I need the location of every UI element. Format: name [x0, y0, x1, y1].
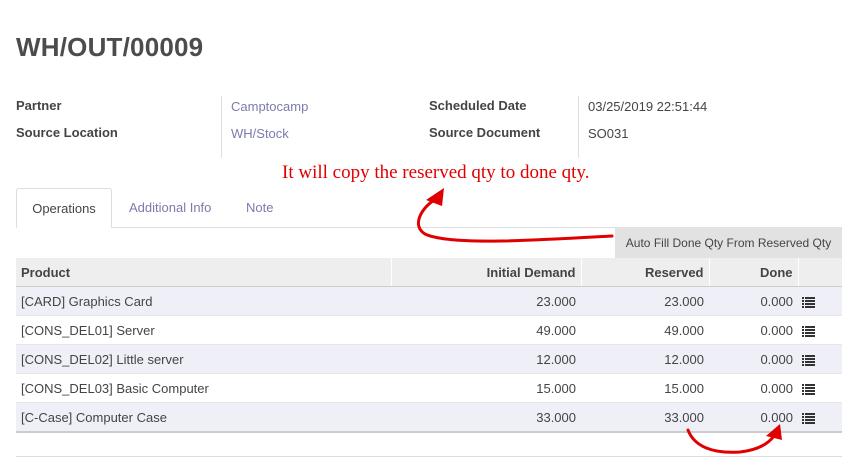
- field-separator: [578, 96, 579, 158]
- initial-demand-cell[interactable]: 49.000: [391, 315, 581, 345]
- list-icon[interactable]: [802, 354, 815, 366]
- done-cell[interactable]: 0.000: [709, 286, 798, 316]
- table-row[interactable]: [CARD] Graphics Card 23.000 23.000 0.000: [16, 286, 842, 316]
- reserved-cell[interactable]: 12.000: [581, 344, 709, 374]
- column-header-initial-demand[interactable]: Initial Demand: [390, 258, 581, 287]
- auto-fill-done-qty-button[interactable]: Auto Fill Done Qty From Reserved Qty: [615, 227, 842, 259]
- scheduled-date-value: 03/25/2019 22:51:44: [588, 99, 708, 114]
- operations-table: Product Initial Demand Reserved Done [CA…: [16, 258, 842, 433]
- initial-demand-cell[interactable]: 33.000: [391, 402, 581, 433]
- product-cell[interactable]: [CONS_DEL01] Server: [16, 315, 391, 345]
- initial-demand-cell[interactable]: 23.000: [391, 286, 581, 316]
- notebook-tabs: Operations Additional Info Note: [16, 188, 842, 228]
- source-document-value: SO031: [588, 126, 629, 141]
- partner-link[interactable]: Camptocamp: [231, 99, 308, 114]
- product-cell[interactable]: [CONS_DEL02] Little server: [16, 344, 391, 374]
- tab-operations[interactable]: Operations: [16, 188, 112, 228]
- product-cell[interactable]: [CARD] Graphics Card: [16, 286, 391, 316]
- product-cell[interactable]: [CONS_DEL03] Basic Computer: [16, 373, 391, 403]
- source-location-label: Source Location: [16, 125, 118, 140]
- reserved-cell[interactable]: 33.000: [581, 402, 709, 433]
- partner-label: Partner: [16, 98, 62, 113]
- scheduled-date-label: Scheduled Date: [429, 98, 527, 113]
- column-header-done[interactable]: Done: [708, 258, 798, 287]
- list-icon[interactable]: [802, 412, 815, 424]
- column-header-reserved[interactable]: Reserved: [580, 258, 709, 287]
- column-header-actions: [797, 258, 842, 287]
- done-cell[interactable]: 0.000: [709, 344, 798, 374]
- annotation-text: It will copy the reserved qty to done qt…: [282, 162, 590, 183]
- page-title: WH/OUT/00009: [16, 32, 204, 62]
- table-row[interactable]: [C-Case] Computer Case 33.000 33.000 0.0…: [16, 402, 842, 433]
- arrow-to-done-cell: [686, 428, 776, 454]
- tab-note[interactable]: Note: [246, 188, 273, 228]
- detailed-operations-cell[interactable]: [798, 315, 842, 345]
- detailed-operations-cell[interactable]: [798, 402, 842, 433]
- table-row[interactable]: [CONS_DEL02] Little server 12.000 12.000…: [16, 344, 842, 374]
- done-cell[interactable]: 0.000: [709, 373, 798, 403]
- section-divider: [16, 456, 842, 457]
- detailed-operations-cell[interactable]: [798, 373, 842, 403]
- reserved-cell[interactable]: 49.000: [581, 315, 709, 345]
- product-cell[interactable]: [C-Case] Computer Case: [16, 402, 391, 433]
- column-header-product[interactable]: Product: [16, 258, 391, 287]
- reserved-cell[interactable]: 15.000: [581, 373, 709, 403]
- initial-demand-cell[interactable]: 12.000: [391, 344, 581, 374]
- reserved-cell[interactable]: 23.000: [581, 286, 709, 316]
- list-icon[interactable]: [802, 383, 815, 395]
- done-cell[interactable]: 0.000: [709, 402, 798, 433]
- done-cell[interactable]: 0.000: [709, 315, 798, 345]
- source-document-label: Source Document: [429, 125, 541, 140]
- table-row[interactable]: [CONS_DEL01] Server 49.000 49.000 0.000: [16, 315, 842, 345]
- list-icon[interactable]: [802, 296, 815, 308]
- detailed-operations-cell[interactable]: [798, 286, 842, 316]
- source-location-link[interactable]: WH/Stock: [231, 126, 289, 141]
- table-row[interactable]: [CONS_DEL03] Basic Computer 15.000 15.00…: [16, 373, 842, 403]
- detailed-operations-cell[interactable]: [798, 344, 842, 374]
- list-icon[interactable]: [802, 325, 815, 337]
- field-separator: [221, 96, 222, 158]
- table-header-row: Product Initial Demand Reserved Done: [16, 258, 842, 287]
- tab-additional-info[interactable]: Additional Info: [129, 188, 211, 228]
- initial-demand-cell[interactable]: 15.000: [391, 373, 581, 403]
